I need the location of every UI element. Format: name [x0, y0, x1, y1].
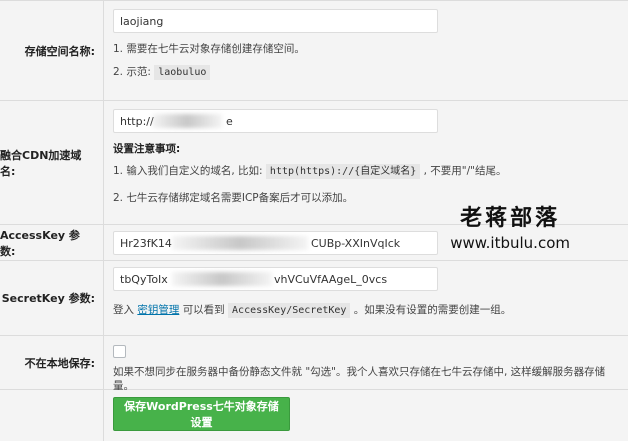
- redacted-blur: [152, 114, 222, 128]
- secretkey-input-suffix: vhVCuVfAAgeL_0vcs: [274, 272, 388, 286]
- secretkey-field: tbQyToIx vhVCuVfAAgeL_0vcs 登入 密钥管理 可以看到 …: [104, 261, 628, 335]
- secretkey-input-prefix: tbQyToIx: [120, 272, 168, 286]
- cdn-input-prefix: http://: [120, 114, 154, 128]
- cdn-label: 融合CDN加速域名:: [0, 101, 104, 224]
- local-label: 不在本地保存:: [0, 336, 104, 389]
- cdn-note-1-suffix: , 不要用"/"结尾。: [423, 165, 507, 177]
- redacted-blur: [172, 272, 272, 286]
- secretkey-help: 登入 密钥管理 可以看到 AccessKey/SecretKey 。如果没有设置…: [113, 303, 620, 318]
- bucket-row: 存储空间名称: laojiang 1. 需要在七牛云对象存储创建存储空间。 2.…: [0, 1, 628, 101]
- cdn-example-code: http(https)://{自定义域名}: [265, 164, 421, 179]
- secretkey-help-mid: 可以看到: [182, 304, 225, 316]
- accesskey-input[interactable]: Hr23fK14 CUBp-XXInVqIck: [113, 231, 438, 255]
- cdn-notes-title: 设置注意事项:: [113, 142, 620, 156]
- secretkey-help-suffix: 。如果没有设置的需要创建一组。: [353, 304, 512, 316]
- cdn-input-suffix: e: [226, 114, 233, 128]
- local-row: 不在本地保存: 如果不想同步在服务器中备份静态文件就 "勾选"。我个人喜欢只存储…: [0, 336, 628, 392]
- bucket-note-2-prefix: 2. 示范:: [113, 66, 151, 78]
- no-local-save-checkbox[interactable]: [113, 345, 126, 358]
- bucket-input[interactable]: laojiang: [113, 9, 438, 33]
- submit-label-cell: [0, 390, 104, 441]
- bucket-field: laojiang 1. 需要在七牛云对象存储创建存储空间。 2. 示范: lao…: [104, 1, 628, 100]
- local-field: 如果不想同步在服务器中备份静态文件就 "勾选"。我个人喜欢只存储在七牛云存储中,…: [104, 336, 628, 392]
- redacted-blur: [172, 236, 308, 250]
- bucket-note-1: 1. 需要在七牛云对象存储创建存储空间。: [113, 43, 305, 55]
- bucket-note-2: 2. 示范: laobuluo: [113, 65, 620, 80]
- bucket-label: 存储空间名称:: [0, 1, 104, 100]
- bucket-example-code: laobuluo: [154, 65, 211, 80]
- accesskey-input-suffix: CUBp-XXInVqIck: [311, 236, 401, 250]
- accesskey-input-prefix: Hr23fK14: [120, 236, 172, 250]
- secretkey-help-prefix: 登入: [113, 304, 134, 316]
- key-code: AccessKey/SecretKey: [228, 303, 351, 318]
- submit-row: [0, 390, 628, 441]
- watermark-cn: 老蒋部落: [460, 206, 561, 231]
- accesskey-label: AccessKey 参数:: [0, 225, 104, 260]
- key-management-link[interactable]: 密钥管理: [137, 304, 179, 316]
- cdn-input[interactable]: http:// e: [113, 109, 438, 133]
- save-settings-button[interactable]: 保存WordPress七牛对象存储设置: [113, 397, 290, 431]
- cdn-notes-title-text: 设置注意事项:: [113, 143, 181, 155]
- cdn-note-1: 1. 输入我们自定义的域名, 比如: http(https)://{自定义域名}…: [113, 164, 620, 179]
- secretkey-label: SecretKey 参数:: [0, 261, 104, 335]
- cdn-note-1-prefix: 1. 输入我们自定义的域名, 比如:: [113, 165, 263, 177]
- secretkey-row: SecretKey 参数: tbQyToIx vhVCuVfAAgeL_0vcs…: [0, 261, 628, 336]
- watermark-en: www.itbulu.com: [450, 234, 570, 252]
- local-note: 如果不想同步在服务器中备份静态文件就 "勾选"。我个人喜欢只存储在七牛云存储中,…: [113, 366, 606, 392]
- watermark: 老蒋部落 www.itbulu.com: [450, 200, 570, 252]
- secretkey-input[interactable]: tbQyToIx vhVCuVfAAgeL_0vcs: [113, 267, 438, 291]
- bucket-input-value: laojiang: [120, 14, 164, 28]
